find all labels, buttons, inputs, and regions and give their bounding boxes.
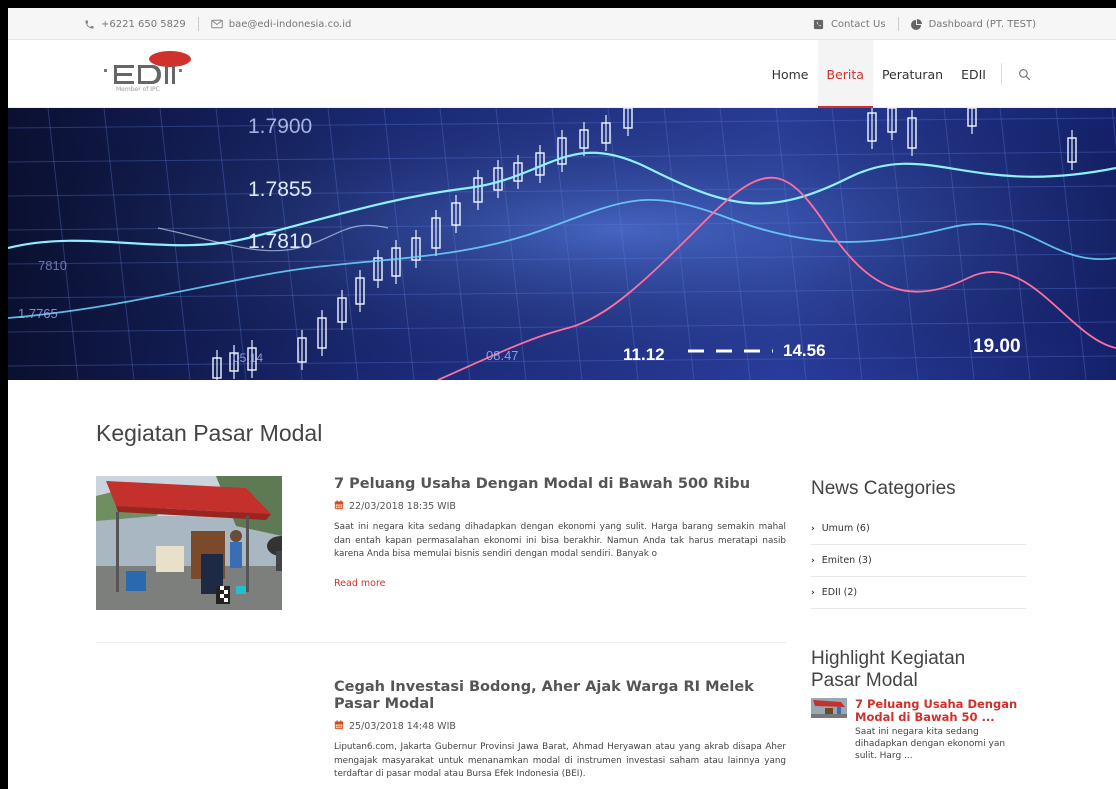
hero-label: 08.47 [486,348,519,363]
topbar-divider [197,17,199,31]
topbar-divider [897,17,899,31]
phone-number: +6221 650 5829 [101,18,186,30]
highlight-item[interactable]: 7 Peluang Usaha Dengan Modal di Bawah 50… [811,698,1026,762]
logo-subtitle: Member of IPC [116,86,160,93]
article-thumbnail-image[interactable] [96,476,282,610]
hero-label: 1.7855 [248,178,312,201]
edii-logo[interactable]: Member of IPC [102,50,202,98]
article-title[interactable]: Cegah Investasi Bodong, Aher Ajak Warga … [334,679,786,713]
contact-us-link[interactable]: Contact Us [813,18,886,30]
chevron-right-icon: › [811,523,815,534]
email-link[interactable]: bae@edi-indonesia.co.id [210,18,352,30]
article-excerpt: Liputan6.com, Jakarta Gubernur Provinsi … [334,742,786,780]
hero-label: 11.12 [623,345,665,364]
hero-label: 1.7765 [18,306,58,321]
article-meta: 22/03/2018 18:35 WIB [334,500,786,513]
browser-viewport: +6221 650 5829 bae@edi-indonesia.co.id C… [8,8,1116,789]
category-label: Umum (6) [821,523,870,534]
highlight-content: 7 Peluang Usaha Dengan Modal di Bawah 50… [855,698,1026,762]
hero-label: 7810 [38,258,67,273]
article-body: Cegah Investasi Bodong, Aher Ajak Warga … [334,679,786,782]
nav-berita[interactable]: Berita [817,40,874,108]
hero-label: 14.56 [783,341,826,360]
top-bar: +6221 650 5829 bae@edi-indonesia.co.id C… [8,8,1116,40]
highlight-thumbnail-image[interactable] [811,698,847,718]
phone-icon [83,18,95,30]
article-body: 7 Peluang Usaha Dengan Modal di Bawah 50… [334,476,786,590]
article-excerpt: Saat ini negara kita sedang dihadapkan d… [334,522,786,560]
hero-label: 19.00 [973,336,1021,357]
news-categories-widget: News Categories › Umum (6) › Emiten (3) … [811,478,1026,609]
contact-card-icon [813,18,825,30]
contact-us-label: Contact Us [830,18,886,30]
search-icon[interactable] [1012,62,1036,86]
site-header: Member of IPC Home Berita Peraturan EDII [8,40,1116,108]
email-address: bae@edi-indonesia.co.id [228,18,352,30]
stock-chart-banner-image: 1.7900 1.7855 1.7810 1.7765 7810 05.14 0… [8,108,1116,380]
category-item[interactable]: › Emiten (3) [811,545,1026,577]
dashboard-link[interactable]: Dashboard (PT. TEST) [911,18,1036,30]
highlight-title: Highlight Kegiatan Pasar Modal [811,648,966,691]
highlight-item-text: Saat ini negara kita sedang dihadapkan d… [855,727,1006,761]
phone-link[interactable]: +6221 650 5829 [83,18,186,30]
edii-logo-mark [104,51,191,84]
chevron-right-icon: › [811,555,815,566]
nav-divider [1001,63,1002,85]
nav-home[interactable]: Home [763,40,818,108]
chevron-right-icon: › [811,587,815,598]
hero-label: 05.14 [233,351,263,365]
category-item[interactable]: › EDII (2) [811,577,1026,609]
hero-label: 1.7900 [248,115,312,138]
article-date: 22/03/2018 18:35 WIB [349,501,456,512]
hero-label: 1.7810 [248,230,312,253]
category-label: Emiten (3) [821,555,872,566]
calendar-icon [334,500,344,513]
news-categories-title: News Categories [811,478,956,499]
page-title: Kegiatan Pasar Modal [96,420,323,446]
highlight-item-title[interactable]: 7 Peluang Usaha Dengan Modal di Bawah 50… [855,698,1026,724]
pie-chart-icon [911,18,923,30]
dashboard-label: Dashboard (PT. TEST) [928,18,1036,30]
article-divider [96,642,786,643]
category-label: EDII (2) [821,587,858,598]
category-item[interactable]: › Umum (6) [811,513,1026,545]
hero-banner: 1.7900 1.7855 1.7810 1.7765 7810 05.14 0… [8,108,1116,380]
category-list: › Umum (6) › Emiten (3) › EDII (2) [811,513,1026,609]
calendar-icon [334,720,344,733]
nav-edii[interactable]: EDII [952,40,995,108]
read-more-link[interactable]: Read more [334,578,386,589]
highlight-widget: Highlight Kegiatan Pasar Modal 7 Peluang… [811,648,1026,762]
envelope-icon [210,18,223,30]
article-meta: 25/03/2018 14:48 WIB [334,720,786,733]
nav-peraturan[interactable]: Peraturan [873,40,952,108]
article-date: 25/03/2018 14:48 WIB [349,721,456,732]
main-nav: Home Berita Peraturan EDII [763,40,1036,108]
article-title[interactable]: 7 Peluang Usaha Dengan Modal di Bawah 50… [334,476,786,493]
